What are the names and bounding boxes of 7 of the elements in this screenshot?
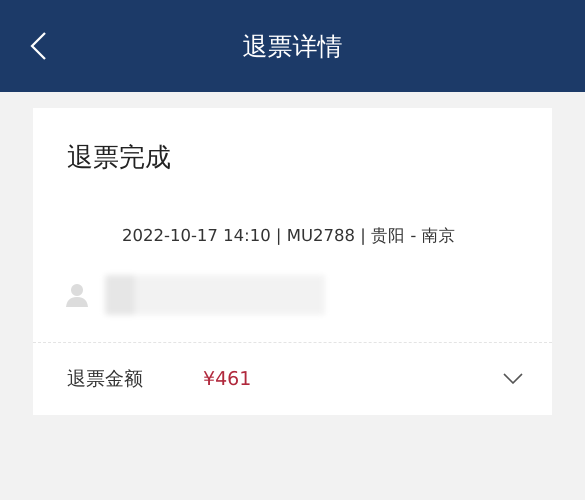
person-icon <box>65 283 89 308</box>
page-title: 退票详情 <box>242 30 342 62</box>
refund-amount: ¥461 <box>203 368 252 390</box>
refund-amount-label: 退票金额 <box>67 366 144 392</box>
refund-status: 退票完成 <box>67 142 172 175</box>
flight-info: 2022-10-17 14:10 | MU2788 | 贵阳 - 南京 <box>122 225 457 247</box>
chevron-icon[interactable] <box>502 372 524 386</box>
